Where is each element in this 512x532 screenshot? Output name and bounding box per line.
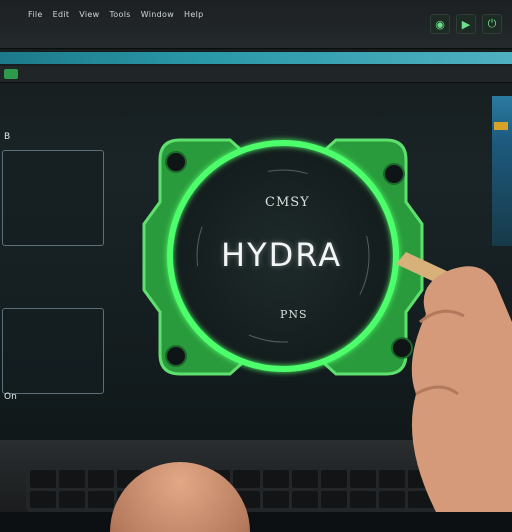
keyboard-key	[88, 470, 115, 488]
keyboard-key	[320, 470, 347, 488]
status-bar	[0, 52, 512, 64]
keyboard-key	[262, 490, 289, 508]
keyboard-key	[59, 470, 86, 488]
menu-window[interactable]: Window	[141, 10, 174, 19]
info-panel-bottom	[2, 308, 104, 394]
keyboard-key	[233, 470, 260, 488]
logo-bottom-caption: PNS	[280, 308, 308, 321]
keyboard-key	[59, 490, 86, 508]
play-icon[interactable]: ▶	[456, 14, 476, 34]
toolbar-buttons: ◉ ▶ ⏻	[430, 14, 502, 34]
keyboard-key	[88, 490, 115, 508]
menu-bar: File Edit View Tools Window Help	[28, 10, 204, 19]
menu-view[interactable]: View	[79, 10, 99, 19]
keyboard-key	[349, 490, 376, 508]
keyboard-key	[291, 470, 318, 488]
keyboard-key	[291, 490, 318, 508]
logo-title: HYDRA	[221, 236, 343, 274]
power-icon[interactable]: ⏻	[482, 14, 502, 34]
right-side-panel	[492, 96, 512, 246]
menu-tools[interactable]: Tools	[109, 10, 130, 19]
sub-toolbar	[0, 66, 512, 83]
indicator-chip	[494, 122, 508, 130]
menu-file[interactable]: File	[28, 10, 43, 19]
info-panel-top	[2, 150, 104, 246]
menu-help[interactable]: Help	[184, 10, 203, 19]
keyboard-key	[349, 470, 376, 488]
panel-label: B	[4, 132, 11, 142]
keyboard-key	[30, 490, 57, 508]
record-icon[interactable]: ◉	[430, 14, 450, 34]
keyboard-key	[30, 470, 57, 488]
top-toolbar: File Edit View Tools Window Help ◉ ▶ ⏻	[0, 0, 512, 49]
active-indicator[interactable]	[4, 69, 18, 79]
bottom-label: On	[4, 392, 17, 402]
keyboard-key	[262, 470, 289, 488]
logo-top-caption: CMSY	[265, 195, 310, 210]
keyboard-key	[320, 490, 347, 508]
hand-icon	[396, 252, 512, 512]
menu-edit[interactable]: Edit	[53, 10, 70, 19]
